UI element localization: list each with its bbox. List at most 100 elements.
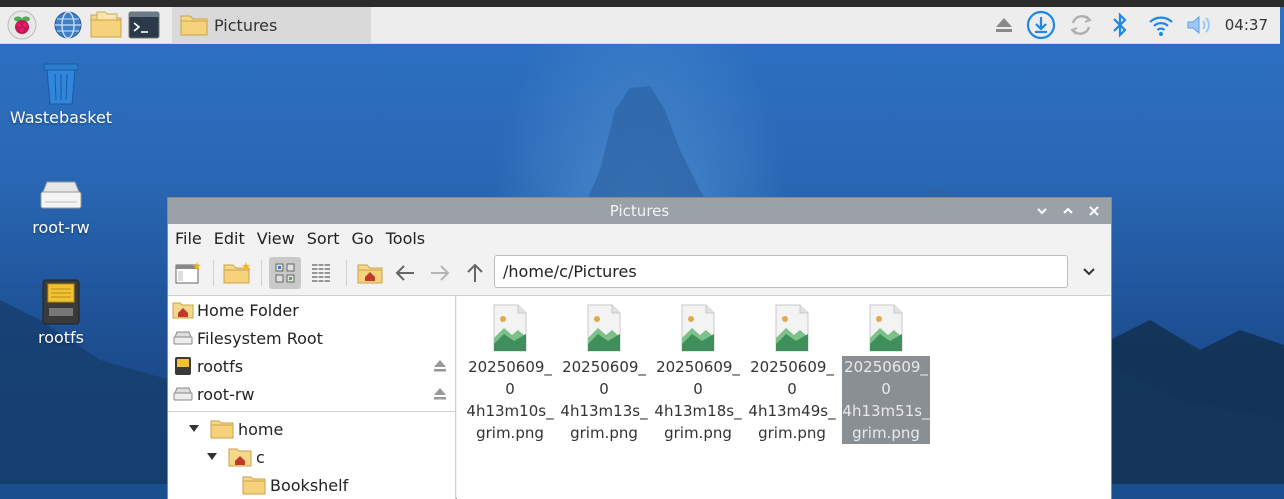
directory-tree: home c Bookshelf [168,415,455,499]
window-body: Home Folder Filesystem Root rootfs root-… [168,295,1111,499]
toolbar-separator [346,260,347,286]
folder-icon [242,475,266,495]
tree-label: Bookshelf [270,475,349,495]
tree-label: c [256,447,265,467]
sd-card-icon [1,274,121,326]
menu-file[interactable]: File [171,229,210,248]
download-icon[interactable] [1024,7,1058,43]
file-name: 20250609_0 4h13m51s_ grim.png [842,356,930,444]
top-strip [0,0,1284,7]
volume-icon[interactable] [1184,7,1216,43]
image-file-icon [654,302,742,354]
image-file-icon [560,302,648,354]
toolbar-separator [213,260,214,286]
arrow-left-icon [394,263,416,283]
file-view: 20250609_0 4h13m10s_ grim.png 20250609_0 4h… [457,296,1111,499]
bluetooth-icon[interactable] [1106,7,1134,43]
window-title: Pictures [609,202,670,220]
side-divider [168,411,455,412]
desktop-icon-rootfs[interactable]: rootfs [1,274,121,347]
image-file-icon [748,302,836,354]
file-item[interactable]: 20250609_0 4h13m49s_ grim.png [748,302,836,444]
web-browser-icon[interactable] [50,9,86,41]
file-item[interactable]: 20250609_0 4h13m18s_ grim.png [654,302,742,444]
menu-sort[interactable]: Sort [303,229,348,248]
menu-view[interactable]: View [253,229,303,248]
image-file-icon [842,302,930,354]
back-button[interactable] [389,257,421,289]
file-item[interactable]: 20250609_0 4h13m13s_ grim.png [560,302,648,444]
tree-label: home [238,419,284,439]
clock[interactable]: 04:37 [1225,7,1268,43]
tree-item-c[interactable]: c [168,443,455,471]
menu-go[interactable]: Go [348,229,382,248]
place-root-rw[interactable]: root-rw [168,380,455,408]
file-name: 20250609_0 4h13m13s_ grim.png [560,358,648,442]
arrow-right-icon [429,263,451,283]
place-home-folder[interactable]: Home Folder [168,296,455,324]
file-name: 20250609_0 4h13m18s_ grim.png [654,358,742,442]
place-label: Home Folder [197,300,299,320]
path-input[interactable]: /home/c/Pictures [494,255,1068,288]
expander-icon[interactable] [206,452,228,462]
file-manager-icon[interactable] [88,9,124,41]
new-folder-icon [223,262,251,284]
file-name: 20250609_0 4h13m49s_ grim.png [748,358,836,442]
file-item-selected[interactable]: 20250609_0 4h13m51s_ grim.png [842,302,930,444]
desktop-icon-root-rw[interactable]: root-rw [1,164,121,237]
drive-icon [1,164,121,216]
home-folder-icon [357,262,383,284]
file-item[interactable]: 20250609_0 4h13m10s_ grim.png [466,302,554,444]
tree-item-home[interactable]: home [168,415,455,443]
sync-icon[interactable] [1064,7,1098,43]
path-history-dropdown[interactable] [1074,257,1104,287]
image-file-icon [466,302,554,354]
window-titlebar[interactable]: Pictures [168,198,1111,224]
icon-view-icon [274,262,296,284]
menu-edit[interactable]: Edit [210,229,253,248]
desktop-icon-label: rootfs [37,328,85,347]
desktop-icon-wastebasket[interactable]: Wastebasket [1,54,121,127]
minimize-icon[interactable] [1029,198,1055,224]
place-rootfs[interactable]: rootfs [168,352,455,380]
new-folder-button[interactable] [221,257,253,289]
maximize-icon[interactable] [1055,198,1081,224]
drive-icon [172,384,194,404]
taskbar-window-button[interactable]: Pictures [172,7,371,43]
place-label: rootfs [197,356,244,376]
menubar: File Edit View Sort Go Tools [168,224,1111,252]
home-folder-icon [228,447,252,467]
arrow-up-icon [465,262,485,284]
folder-icon [210,419,234,439]
taskbar-window-title: Pictures [214,15,278,35]
new-window-icon [175,262,201,284]
drive-icon [172,328,194,348]
eject-icon[interactable] [990,7,1018,43]
place-filesystem-root[interactable]: Filesystem Root [168,324,455,352]
places-list: Home Folder Filesystem Root rootfs root-… [168,296,455,408]
eject-icon[interactable] [433,386,447,405]
home-folder-icon [172,300,194,320]
new-window-button[interactable] [172,257,204,289]
file-name: 20250609_0 4h13m10s_ grim.png [466,358,554,442]
expander-icon[interactable] [188,424,210,434]
icon-view-button[interactable] [269,257,301,289]
raspberry-menu-icon[interactable] [4,9,40,41]
forward-button[interactable] [424,257,456,289]
place-label: root-rw [197,384,255,404]
desktop-icon-label: root-rw [32,218,90,237]
chevron-down-icon [1082,267,1096,277]
terminal-icon[interactable] [126,9,162,41]
wifi-icon[interactable] [1144,7,1178,43]
toolbar: /home/c/Pictures [168,252,1111,294]
desktop-icon-label: Wastebasket [9,108,113,127]
side-pane: Home Folder Filesystem Root rootfs root-… [168,296,456,499]
home-button[interactable] [354,257,386,289]
up-button[interactable] [459,257,491,289]
tree-item-bookshelf[interactable]: Bookshelf [168,471,455,499]
close-icon[interactable] [1081,198,1107,224]
place-label: Filesystem Root [197,328,323,348]
eject-icon[interactable] [433,358,447,377]
menu-tools[interactable]: Tools [382,229,433,248]
list-view-button[interactable] [305,257,337,289]
